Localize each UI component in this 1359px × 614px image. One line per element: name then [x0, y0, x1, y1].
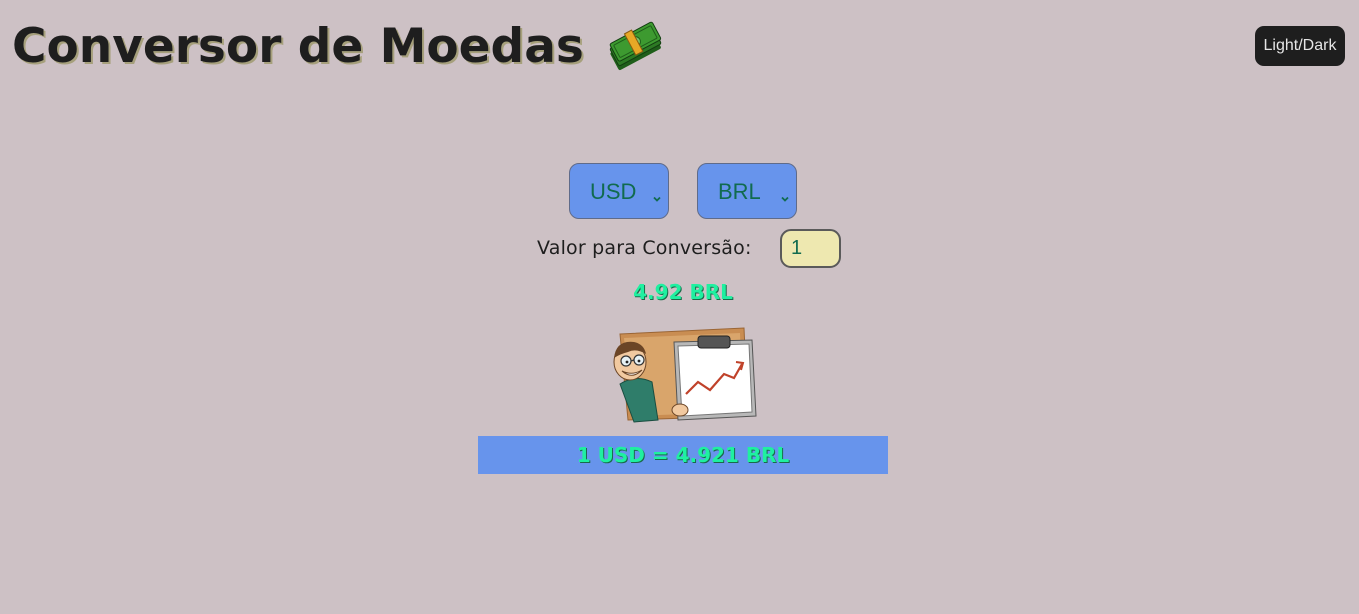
chevron-down-icon: [780, 184, 790, 202]
conversion-result: 4.92 BRL: [633, 280, 733, 304]
exchange-rate-bar: 1 USD = 4.921 BRL: [478, 436, 888, 474]
to-currency-select[interactable]: BRL: [697, 163, 797, 219]
page-title-text: Conversor de Moedas: [12, 19, 584, 74]
from-currency-value: USD: [590, 179, 637, 204]
value-label: Valor para Conversão:: [537, 237, 752, 259]
page-title: Conversor de Moedas: [12, 14, 666, 80]
from-currency-select[interactable]: USD: [569, 163, 669, 219]
app-root: Conversor de Moedas Light/Dark USD BRL V…: [0, 0, 1359, 614]
to-currency-value: BRL: [718, 179, 761, 204]
conversion-value-input[interactable]: [780, 229, 841, 268]
man-presenting-chart-illustration: [606, 324, 762, 428]
money-bills-icon: [606, 20, 666, 74]
light-dark-toggle-button[interactable]: Light/Dark: [1255, 26, 1345, 66]
chevron-down-icon: [652, 184, 662, 202]
